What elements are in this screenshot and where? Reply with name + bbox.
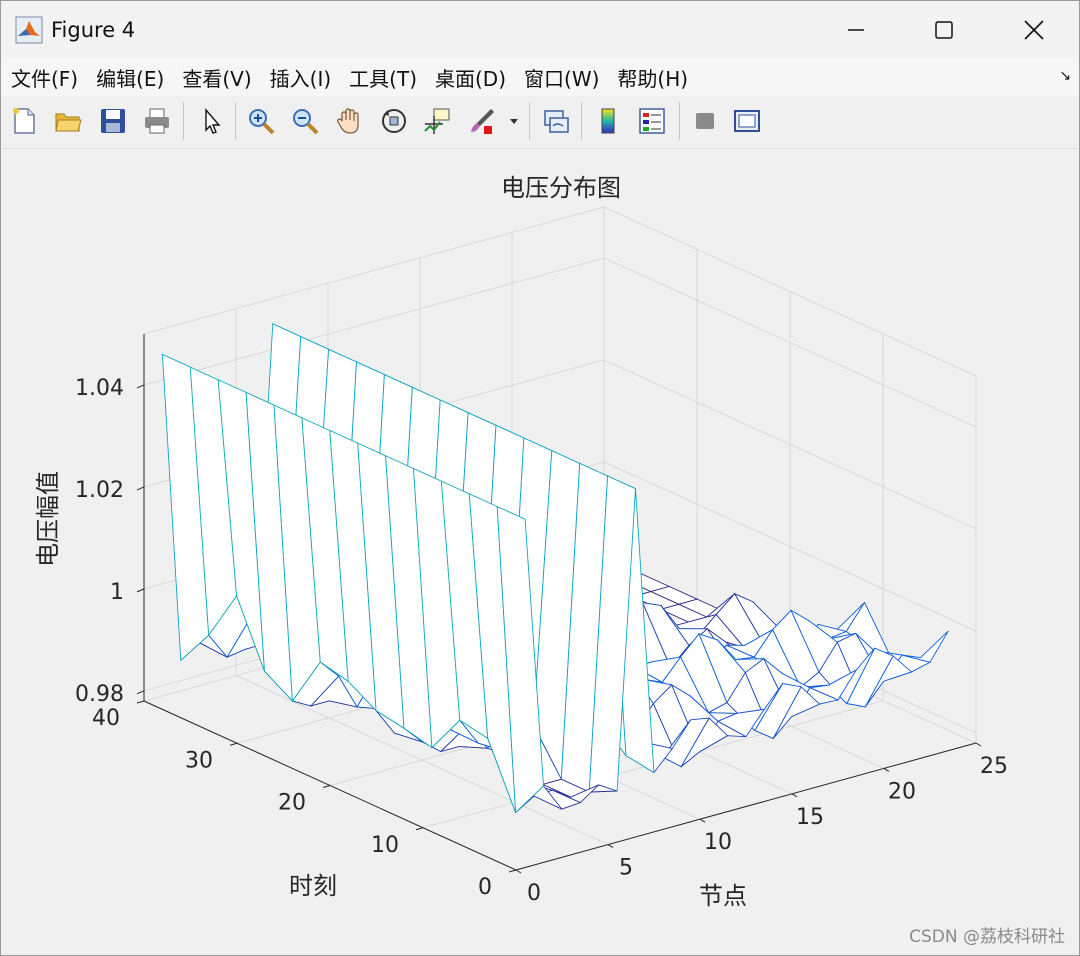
new-figure-icon	[13, 108, 35, 134]
x-tick-label: 0	[527, 881, 541, 906]
open-file-button[interactable]	[51, 104, 85, 138]
x-tick	[515, 869, 522, 874]
minimize-button[interactable]	[811, 1, 901, 58]
toolbar-separator	[183, 102, 184, 140]
menu-desktop[interactable]: 桌面(D)	[431, 63, 510, 92]
brush-icon	[471, 109, 494, 134]
chevron-down-icon	[510, 119, 518, 124]
grid-line	[143, 257, 605, 386]
show-plot-tools-button[interactable]	[730, 104, 764, 138]
maximize-icon	[935, 20, 953, 39]
y-tick-label: 20	[278, 791, 306, 816]
save-icon	[101, 109, 125, 133]
watermark: CSDN @荔枝科研社	[909, 927, 1065, 947]
z-tick-label: 0.98	[75, 682, 124, 707]
y-axis-label: 时刻	[289, 872, 337, 900]
title-bar: Figure 4	[1, 1, 1079, 58]
menu-window[interactable]: 窗口(W)	[520, 63, 603, 92]
menu-insert[interactable]: 插入(I)	[266, 63, 336, 92]
pointer-button[interactable]	[194, 104, 228, 138]
print-button[interactable]	[140, 104, 174, 138]
window-title: Figure 4	[51, 17, 136, 42]
menu-edit[interactable]: 编辑(E)	[92, 63, 168, 92]
zoom-out-icon	[293, 109, 319, 135]
open-file-icon	[55, 113, 82, 132]
hide-plot-tools-button[interactable]	[688, 104, 722, 138]
x-tick-label: 25	[980, 754, 1008, 779]
link-plot-button[interactable]	[539, 104, 573, 138]
y-tick	[322, 785, 331, 788]
z-axis-label: 电压幅值	[34, 471, 62, 567]
menu-view[interactable]: 查看(V)	[178, 63, 255, 92]
menu-tools[interactable]: 工具(T)	[345, 63, 421, 92]
colorbar-icon	[601, 108, 615, 134]
figure-canvas[interactable]: 0 5 10 15 20 25 0 10 20 30 40 0.98 1 1.02 1.04 电压分布图节点 时…	[1, 149, 1079, 955]
menu-help[interactable]: 帮助(H)	[613, 63, 692, 92]
brush-button[interactable]	[465, 104, 499, 138]
menu-file[interactable]: 文件(F)	[7, 63, 82, 92]
matlab-logo-icon	[15, 16, 43, 43]
y-tick-label: 30	[185, 748, 213, 773]
dock-arrow-icon[interactable]: ↘	[1059, 68, 1071, 84]
x-tick	[883, 767, 890, 772]
pointer-icon	[205, 108, 221, 134]
z-tick-label: 1.02	[75, 478, 124, 503]
toolbar-separator	[235, 102, 236, 140]
x-tick	[975, 742, 982, 747]
legend-button[interactable]	[635, 104, 669, 138]
z-tick	[136, 690, 145, 695]
x-tick-label: 5	[619, 856, 633, 881]
rotate-3d-button[interactable]	[377, 104, 411, 138]
y-tick	[229, 742, 238, 746]
surface-plot[interactable]: 0 5 10 15 20 25 0 10 20 30 400.98 1 1.02 1.04 电压分布图节点 时…	[1, 149, 1079, 955]
pan-button[interactable]	[332, 104, 366, 138]
maximize-button[interactable]	[899, 1, 989, 58]
y-tick	[508, 869, 517, 873]
minimize-icon	[848, 28, 864, 31]
toolbar-separator	[679, 102, 680, 140]
y-tick-label: 40	[92, 706, 120, 731]
data-cursor-icon	[424, 108, 450, 134]
x-tick	[607, 844, 614, 849]
brush-dropdown-button[interactable]	[504, 104, 524, 138]
z-tick	[136, 384, 145, 389]
rotate-3d-icon	[382, 109, 406, 133]
y-tick-label: 0	[478, 875, 492, 900]
hide-plot-tools-icon	[696, 113, 714, 129]
save-button[interactable]	[96, 104, 130, 138]
z-tick-label: 1	[110, 580, 124, 605]
new-figure-button[interactable]	[7, 104, 41, 138]
show-plot-tools-icon	[734, 110, 760, 132]
grid-line	[143, 206, 605, 335]
x-tick-label: 20	[888, 779, 916, 804]
colorbar-button[interactable]	[591, 104, 625, 138]
y-tick	[415, 827, 424, 831]
zoom-in-button[interactable]	[244, 104, 278, 138]
link-plot-icon	[544, 110, 569, 133]
chart-title: 电压分布图	[501, 174, 621, 202]
print-icon	[145, 108, 169, 134]
figure-toolbar	[1, 96, 1079, 149]
y-tick	[136, 700, 145, 704]
data-cursor-button[interactable]	[420, 104, 454, 138]
x-tick-label: 15	[796, 805, 824, 830]
toolbar-separator	[581, 102, 582, 140]
x-tick	[699, 818, 706, 823]
z-tick	[136, 588, 145, 593]
figure-window: Figure 4 文件(F) 编辑(E) 查看(V) 插入(I) 工具(T) 桌…	[0, 0, 1080, 956]
y-tick-label: 10	[371, 833, 399, 858]
x-axis-label: 节点	[699, 882, 747, 910]
x-tick	[791, 793, 798, 798]
pan-hand-icon	[337, 108, 359, 134]
toolbar-separator	[529, 102, 530, 140]
zoom-in-icon	[249, 109, 275, 135]
x-tick-label: 10	[704, 830, 732, 855]
z-tick-label: 1.04	[75, 376, 124, 401]
close-icon	[1024, 19, 1044, 40]
legend-icon	[639, 108, 665, 134]
zoom-out-button[interactable]	[288, 104, 322, 138]
close-button[interactable]	[989, 1, 1079, 58]
menu-bar: 文件(F) 编辑(E) 查看(V) 插入(I) 工具(T) 桌面(D) 窗口(W…	[1, 58, 1079, 96]
z-tick	[136, 486, 145, 491]
